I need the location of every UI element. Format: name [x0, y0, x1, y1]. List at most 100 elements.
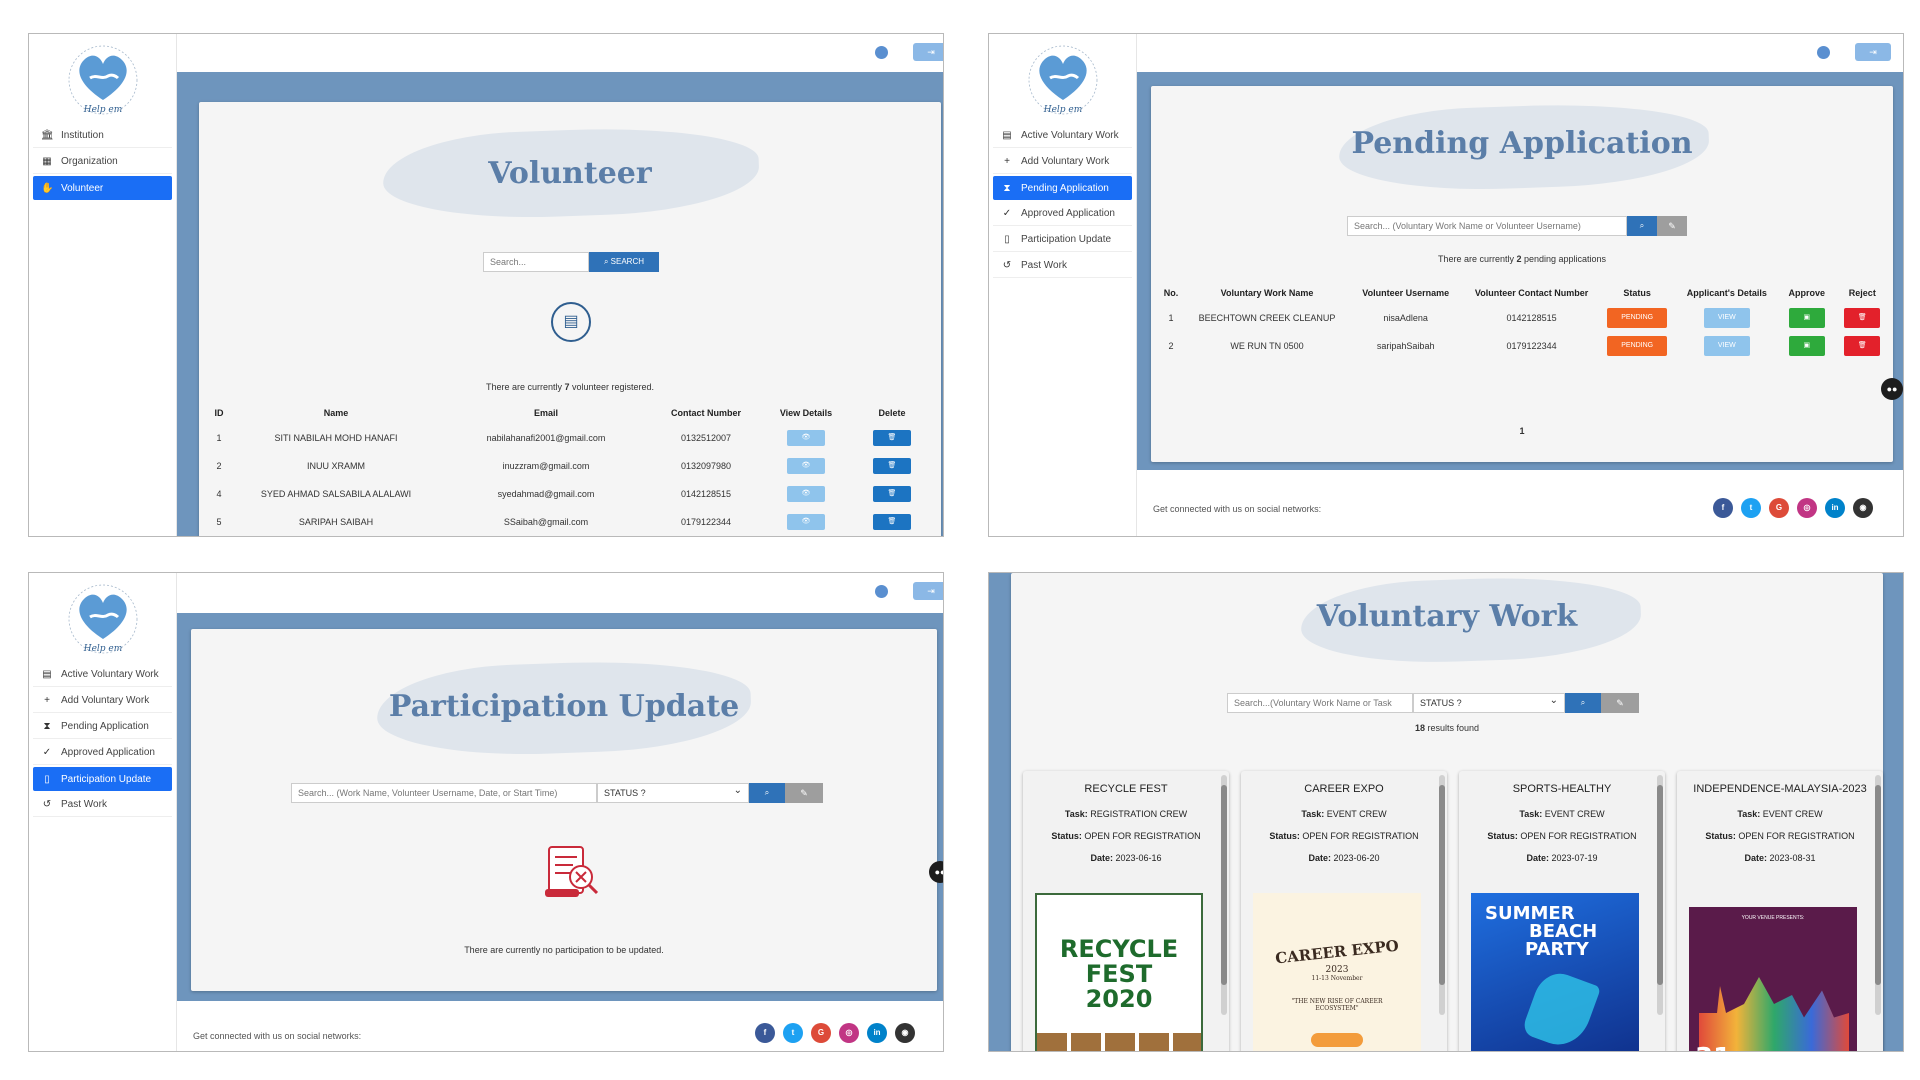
sidebar-item-past-work[interactable]: ↺ Past Work	[993, 254, 1132, 278]
view-button[interactable]: VIEW	[1703, 336, 1750, 356]
poster-line: RECYCLE	[1059, 935, 1179, 963]
github-icon[interactable]: ◉	[895, 1023, 915, 1043]
twitter-icon[interactable]: t	[1741, 498, 1761, 518]
card-date: Date: 2023-08-31	[1677, 853, 1883, 863]
view-button[interactable]: 👁	[787, 430, 825, 446]
card-scrollbar[interactable]	[1875, 775, 1881, 1015]
sidebar-item-pending[interactable]: ⧗ Pending Application	[33, 715, 172, 739]
sidebar-item-participation[interactable]: ▯ Participation Update	[33, 767, 172, 791]
clear-button[interactable]: ✎	[1601, 693, 1639, 713]
view-button[interactable]: VIEW	[1703, 308, 1750, 328]
user-icon[interactable]	[1817, 46, 1830, 59]
voluntary-work-card[interactable]: CAREER EXPO Task: EVENT CREW Status: OPE…	[1241, 771, 1447, 1051]
sidebar-item-institution[interactable]: 🏛 Institution	[33, 124, 172, 148]
sidebar-item-approved[interactable]: ✓ Approved Application	[33, 741, 172, 765]
voluntary-work-panel: Voluntary Work Search...(Voluntary Work …	[988, 572, 1904, 1052]
voluntary-work-card[interactable]: INDEPENDENCE-MALAYSIA-2023 Task: EVENT C…	[1677, 771, 1883, 1051]
sidebar-item-participation[interactable]: ▯ Participation Update	[993, 228, 1132, 252]
instagram-icon[interactable]: ◎	[1797, 498, 1817, 518]
sidebar-item-add-work[interactable]: + Add Voluntary Work	[33, 689, 172, 713]
cell-applicant: VIEW	[1676, 332, 1778, 360]
github-icon[interactable]: ◉	[1853, 498, 1873, 518]
runner-graphic	[1520, 966, 1602, 1051]
sidebar-item-label: Active Voluntary Work	[1021, 130, 1119, 141]
content-frame: Participation Update Search... (Work Nam…	[177, 613, 943, 1001]
content-frame: Volunteer Search... ⌕ SEARCH ▤ There are…	[177, 72, 943, 536]
search-button[interactable]: ⌕	[749, 783, 785, 803]
sidebar-item-active-work[interactable]: ▤ Active Voluntary Work	[33, 663, 172, 687]
sidebar: Help em ▤ Active Voluntary Work + Add Volu…	[29, 573, 177, 1051]
message-text: pending applications	[1521, 254, 1607, 264]
voluntary-work-card[interactable]: RECYCLE FEST Task: REGISTRATION CREW Sta…	[1023, 771, 1229, 1051]
sidebar: Help em 🏛 Institution ▦ Organization ✋ Volu…	[29, 34, 177, 536]
pagination-page[interactable]: 1	[1151, 426, 1893, 436]
user-icon[interactable]	[875, 46, 888, 59]
clear-button[interactable]: ✎	[785, 783, 823, 803]
sidebar-item-label: Volunteer	[61, 182, 104, 194]
view-button[interactable]: 👁	[787, 514, 825, 530]
reject-button[interactable]: 🗑	[1844, 336, 1881, 356]
search-icon: ⌕	[1580, 698, 1586, 707]
sidebar-item-add-work[interactable]: + Add Voluntary Work	[993, 150, 1132, 174]
sidebar-item-past-work[interactable]: ↺ Past Work	[33, 793, 172, 817]
view-button[interactable]: 👁	[787, 458, 825, 474]
cell-reject: 🗑	[1836, 304, 1889, 332]
search-button[interactable]: ⌕ SEARCH	[589, 252, 659, 272]
facebook-icon[interactable]: f	[1713, 498, 1733, 518]
card-scrollbar[interactable]	[1657, 775, 1663, 1015]
card-scrollbar[interactable]	[1221, 775, 1227, 1015]
logout-button[interactable]: ⇥	[913, 582, 943, 600]
sidebar-item-pending[interactable]: ⧗ Pending Application	[993, 176, 1132, 200]
search-button[interactable]: ⌕	[1627, 216, 1657, 236]
google-icon[interactable]: G	[1769, 498, 1789, 518]
search-icon: ⌕	[603, 257, 611, 266]
chatbot-icon[interactable]: ●●	[1881, 378, 1903, 400]
logout-button[interactable]: ⇥	[1855, 43, 1891, 61]
google-icon[interactable]: G	[811, 1023, 831, 1043]
voluntary-work-card[interactable]: SPORTS-HEALTHY Task: EVENT CREW Status: …	[1459, 771, 1665, 1051]
volunteer-table: ID Name Email Contact Number View Detail…	[207, 402, 933, 536]
approve-button[interactable]: ▣	[1788, 308, 1825, 328]
sidebar-item-active-work[interactable]: ▤ Active Voluntary Work	[993, 124, 1132, 148]
search-input[interactable]: Search...(Voluntary Work Name or Task	[1227, 693, 1413, 713]
sidebar-item-volunteer[interactable]: ✋ Volunteer	[33, 176, 172, 200]
search-input[interactable]: Search...	[483, 252, 589, 272]
delete-button[interactable]: 🗑	[873, 514, 911, 530]
search-input[interactable]: Search... (Work Name, Volunteer Username…	[291, 783, 597, 803]
recycle-fest-poster: RECYCLE FEST 2020	[1035, 893, 1203, 1051]
cell-work-name: BEECHTOWN CREEK CLEANUP	[1198, 313, 1336, 323]
volunteer-panel: Help em 🏛 Institution ▦ Organization ✋ Volu…	[28, 33, 944, 537]
card-scrollbar[interactable]	[1439, 775, 1445, 1015]
user-icon[interactable]	[875, 585, 888, 598]
sidebar-item-label: Approved Application	[61, 747, 155, 758]
history-icon: ↺	[42, 799, 52, 810]
logout-button[interactable]: ⇥	[913, 43, 943, 61]
linkedin-icon[interactable]: in	[867, 1023, 887, 1043]
sidebar-item-organization[interactable]: ▦ Organization	[33, 150, 172, 174]
search-input[interactable]: Search... (Voluntary Work Name or Volunt…	[1347, 216, 1627, 236]
sidebar-item-approved[interactable]: ✓ Approved Application	[993, 202, 1132, 226]
delete-button[interactable]: 🗑	[873, 486, 911, 502]
cell-email: nabilahanafi2001@gmail.com	[486, 433, 606, 443]
instagram-icon[interactable]: ◎	[839, 1023, 859, 1043]
linkedin-icon[interactable]: in	[1825, 498, 1845, 518]
cell-status: PENDING	[1599, 304, 1676, 332]
clear-button[interactable]: ✎	[1657, 216, 1687, 236]
reject-button[interactable]: 🗑	[1844, 308, 1881, 328]
chatbot-icon[interactable]: ●●	[929, 861, 943, 883]
delete-button[interactable]: 🗑	[873, 458, 911, 474]
search-button-label: SEARCH	[610, 257, 645, 266]
cell-view: 👁	[761, 452, 851, 480]
delete-button[interactable]: 🗑	[873, 430, 911, 446]
search-button[interactable]: ⌕	[1565, 693, 1601, 713]
status-select[interactable]: STATUS ?	[597, 782, 749, 803]
status-select[interactable]: STATUS ?	[1413, 692, 1565, 713]
content-frame: Pending Application Search... (Voluntary…	[1137, 72, 1903, 470]
status-badge: PENDING	[1607, 336, 1668, 356]
view-button[interactable]: 👁	[787, 486, 825, 502]
cell-contact: 0179122344	[680, 517, 732, 527]
card-title: INDEPENDENCE-MALAYSIA-2023	[1693, 783, 1867, 795]
approve-button[interactable]: ▣	[1788, 336, 1825, 356]
twitter-icon[interactable]: t	[783, 1023, 803, 1043]
facebook-icon[interactable]: f	[755, 1023, 775, 1043]
